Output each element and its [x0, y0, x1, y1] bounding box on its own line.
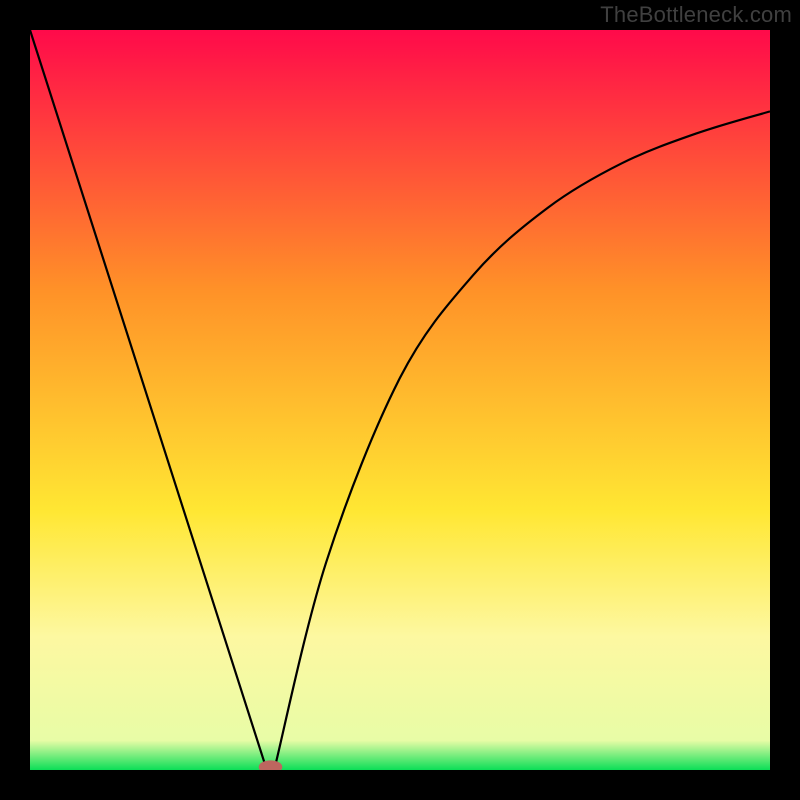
plot-area: [30, 30, 770, 770]
gradient-background: [30, 30, 770, 770]
watermark-text: TheBottleneck.com: [600, 2, 792, 28]
chart-frame: TheBottleneck.com: [0, 0, 800, 800]
chart-svg: [30, 30, 770, 770]
